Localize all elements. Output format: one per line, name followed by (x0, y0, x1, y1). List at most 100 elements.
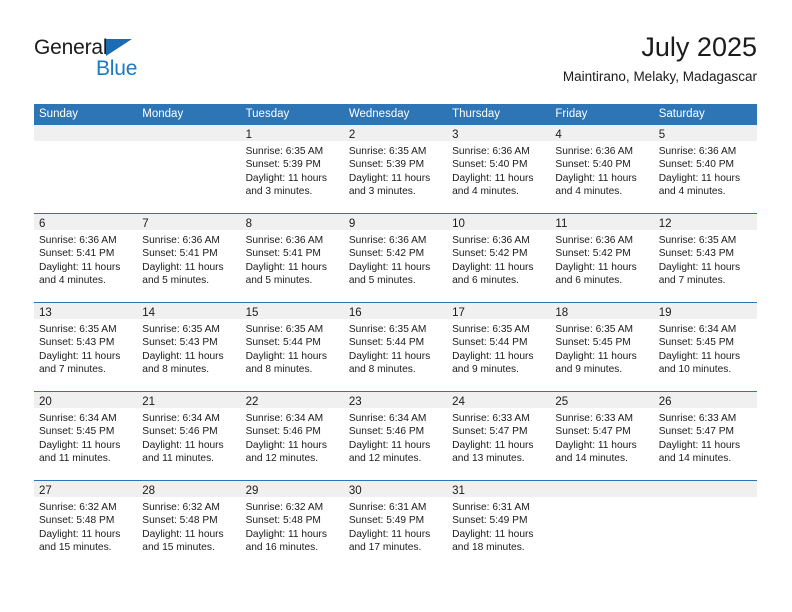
daylight-text-line2: and 10 minutes. (658, 364, 732, 376)
day-info (550, 497, 653, 501)
day-number: 1 (245, 129, 252, 141)
day-cell[interactable]: 27 Sunrise: 6:32 AM Sunset: 5:48 PM Dayligh… (34, 481, 138, 569)
sunrise-text: Sunrise: 6:31 AM (348, 502, 427, 513)
daylight-text-line2: and 9 minutes. (555, 364, 623, 376)
day-cell[interactable]: 18 Sunrise: 6:35 AM Sunset: 5:45 PM Dayligh… (550, 303, 654, 391)
day-number-band: 15 (240, 303, 344, 319)
day-cell[interactable]: 10 Sunrise: 6:36 AM Sunset: 5:42 PM Dayligh… (447, 214, 551, 302)
day-number-band: 2 (343, 125, 448, 141)
calendar-week-row: 20 Sunrise: 6:34 AM Sunset: 5:45 PM Dayligh… (34, 392, 757, 481)
day-cell[interactable]: 2 Sunrise: 6:35 AM Sunset: 5:39 PM Daylight… (343, 125, 448, 213)
day-cell[interactable]: 19 Sunrise: 6:34 AM Sunset: 5:45 PM Dayligh… (653, 303, 757, 391)
day-info: Sunrise: 6:35 AM Sunset: 5:43 PM Daylight:… (654, 230, 757, 288)
day-cell[interactable]: 6 Sunrise: 6:36 AM Sunset: 5:41 PM Daylight… (34, 214, 138, 302)
day-number: 15 (245, 307, 259, 319)
day-info: Sunrise: 6:33 AM Sunset: 5:47 PM Daylight:… (654, 408, 757, 466)
sunrise-text: Sunrise: 6:33 AM (452, 413, 530, 424)
daylight-text-line1: Daylight: 11 hours (142, 350, 224, 362)
day-cell[interactable]: 20 Sunrise: 6:34 AM Sunset: 5:45 PM Dayligh… (34, 392, 138, 480)
daylight-text-line2: and 11 minutes. (142, 453, 215, 465)
sunset-text: Sunset: 5:45 PM (555, 337, 631, 349)
day-number-band: 10 (447, 214, 551, 230)
weekday-header-row: Sunday Monday Tuesday Wednesday Thursday… (34, 104, 757, 125)
weekday-header-tuesday: Tuesday (245, 108, 290, 120)
day-info: Sunrise: 6:36 AM Sunset: 5:40 PM Daylight:… (447, 141, 550, 199)
day-info: Sunrise: 6:36 AM Sunset: 5:42 PM Daylight:… (447, 230, 550, 288)
daylight-text-line1: Daylight: 11 hours (142, 439, 224, 451)
sunrise-text: Sunrise: 6:35 AM (245, 146, 324, 157)
daylight-text-line1: Daylight: 11 hours (452, 261, 534, 273)
sunset-text: Sunset: 5:45 PM (39, 426, 115, 438)
sunrise-text: Sunrise: 6:34 AM (245, 413, 324, 424)
day-cell[interactable]: 5 Sunrise: 6:36 AM Sunset: 5:40 PM Daylight… (653, 125, 757, 213)
day-number-band: 19 (653, 303, 757, 319)
sunset-text: Sunset: 5:40 PM (658, 159, 735, 171)
day-info: Sunrise: 6:36 AM Sunset: 5:40 PM Daylight:… (654, 141, 757, 199)
day-number: 10 (452, 218, 465, 230)
day-cell[interactable]: 21 Sunrise: 6:34 AM Sunset: 5:46 PM Dayligh… (137, 392, 241, 480)
day-cell[interactable]: 24 Sunrise: 6:33 AM Sunset: 5:47 PM Dayligh… (447, 392, 551, 480)
day-cell[interactable]: 31 Sunrise: 6:31 AM Sunset: 5:49 PM Dayligh… (447, 481, 551, 569)
sunrise-text: Sunrise: 6:36 AM (555, 146, 633, 157)
day-info (654, 497, 757, 501)
day-cell[interactable]: 1 Sunrise: 6:35 AM Sunset: 5:39 PM Daylight… (240, 125, 344, 213)
day-number: 7 (142, 218, 149, 230)
sunset-text: Sunset: 5:44 PM (245, 337, 321, 349)
sunrise-text: Sunrise: 6:36 AM (245, 235, 324, 246)
day-cell[interactable]: 14 Sunrise: 6:35 AM Sunset: 5:43 PM Dayligh… (137, 303, 241, 391)
day-cell[interactable]: 13 Sunrise: 6:35 AM Sunset: 5:43 PM Dayligh… (34, 303, 138, 391)
day-number-band: 8 (240, 214, 344, 230)
calendar-week-inner: 27 Sunrise: 6:32 AM Sunset: 5:48 PM Dayligh… (34, 481, 757, 569)
daylight-text-line2: and 15 minutes. (39, 542, 112, 554)
day-number: 4 (555, 129, 562, 141)
day-number: 9 (348, 218, 356, 230)
day-number: 30 (348, 485, 362, 497)
day-cell[interactable]: 25 Sunrise: 6:33 AM Sunset: 5:47 PM Dayligh… (550, 392, 654, 480)
daylight-text-line2: and 5 minutes. (348, 275, 416, 287)
sunset-text: Sunset: 5:49 PM (348, 515, 425, 527)
day-cell[interactable]: 9 Sunrise: 6:36 AM Sunset: 5:42 PM Daylight… (343, 214, 448, 302)
day-cell[interactable]: 15 Sunrise: 6:35 AM Sunset: 5:44 PM Dayligh… (240, 303, 344, 391)
day-cell[interactable]: 7 Sunrise: 6:36 AM Sunset: 5:41 PM Daylight… (137, 214, 241, 302)
day-cell[interactable]: 29 Sunrise: 6:32 AM Sunset: 5:48 PM Dayligh… (240, 481, 344, 569)
sunrise-text: Sunrise: 6:35 AM (39, 324, 117, 335)
day-number-band: 7 (137, 214, 241, 230)
daylight-text-line1: Daylight: 11 hours (452, 439, 534, 451)
daylight-text-line1: Daylight: 11 hours (348, 528, 431, 540)
day-cell[interactable]: 11 Sunrise: 6:36 AM Sunset: 5:42 PM Dayligh… (550, 214, 654, 302)
day-cell[interactable]: 12 Sunrise: 6:35 AM Sunset: 5:43 PM Dayligh… (653, 214, 757, 302)
day-cell[interactable]: 28 Sunrise: 6:32 AM Sunset: 5:48 PM Dayligh… (137, 481, 241, 569)
day-number-band: 1 (240, 125, 344, 141)
day-info: Sunrise: 6:36 AM Sunset: 5:41 PM Daylight:… (241, 230, 344, 288)
day-cell[interactable]: 26 Sunrise: 6:33 AM Sunset: 5:47 PM Dayligh… (653, 392, 757, 480)
day-cell[interactable]: 30 Sunrise: 6:31 AM Sunset: 5:49 PM Dayligh… (343, 481, 448, 569)
day-cell[interactable]: 17 Sunrise: 6:35 AM Sunset: 5:44 PM Dayligh… (447, 303, 551, 391)
day-cell[interactable]: 22 Sunrise: 6:34 AM Sunset: 5:46 PM Dayligh… (240, 392, 344, 480)
daylight-text-line1: Daylight: 11 hours (348, 261, 431, 273)
daylight-text-line2: and 15 minutes. (142, 542, 215, 554)
generalblue-logo[interactable]: General Blue (34, 36, 214, 84)
sunrise-text: Sunrise: 6:34 AM (348, 413, 427, 424)
day-cell[interactable]: 3 Sunrise: 6:36 AM Sunset: 5:40 PM Daylight… (447, 125, 551, 213)
day-number: 23 (348, 396, 362, 408)
day-number-band: 4 (550, 125, 654, 141)
day-info: Sunrise: 6:34 AM Sunset: 5:46 PM Daylight:… (241, 408, 344, 466)
daylight-text-line2: and 3 minutes. (245, 186, 313, 198)
weekday-header-thursday: Thursday (452, 108, 501, 120)
daylight-text-line1: Daylight: 11 hours (142, 261, 224, 273)
title-block: July 2025 Maintirano, Melaky, Madagascar (563, 30, 757, 86)
day-cell[interactable]: 8 Sunrise: 6:36 AM Sunset: 5:41 PM Daylight… (240, 214, 344, 302)
day-cell[interactable]: 4 Sunrise: 6:36 AM Sunset: 5:40 PM Daylight… (550, 125, 654, 213)
calendar-week-inner: 1 Sunrise: 6:35 AM Sunset: 5:39 PM Daylight… (34, 125, 757, 213)
weekday-header-saturday: Saturday (658, 108, 705, 120)
day-number-band: 5 (653, 125, 757, 141)
daylight-text-line1: Daylight: 11 hours (348, 172, 431, 184)
day-cell[interactable]: 23 Sunrise: 6:34 AM Sunset: 5:46 PM Dayligh… (343, 392, 448, 480)
sunset-text: Sunset: 5:41 PM (39, 248, 115, 260)
daylight-text-line2: and 5 minutes. (142, 275, 210, 287)
day-number: 12 (658, 218, 672, 230)
sunrise-text: Sunrise: 6:35 AM (452, 324, 530, 335)
sunset-text: Sunset: 5:44 PM (348, 337, 425, 349)
daylight-text-line1: Daylight: 11 hours (452, 528, 534, 540)
day-cell[interactable]: 16 Sunrise: 6:35 AM Sunset: 5:44 PM Dayligh… (343, 303, 448, 391)
